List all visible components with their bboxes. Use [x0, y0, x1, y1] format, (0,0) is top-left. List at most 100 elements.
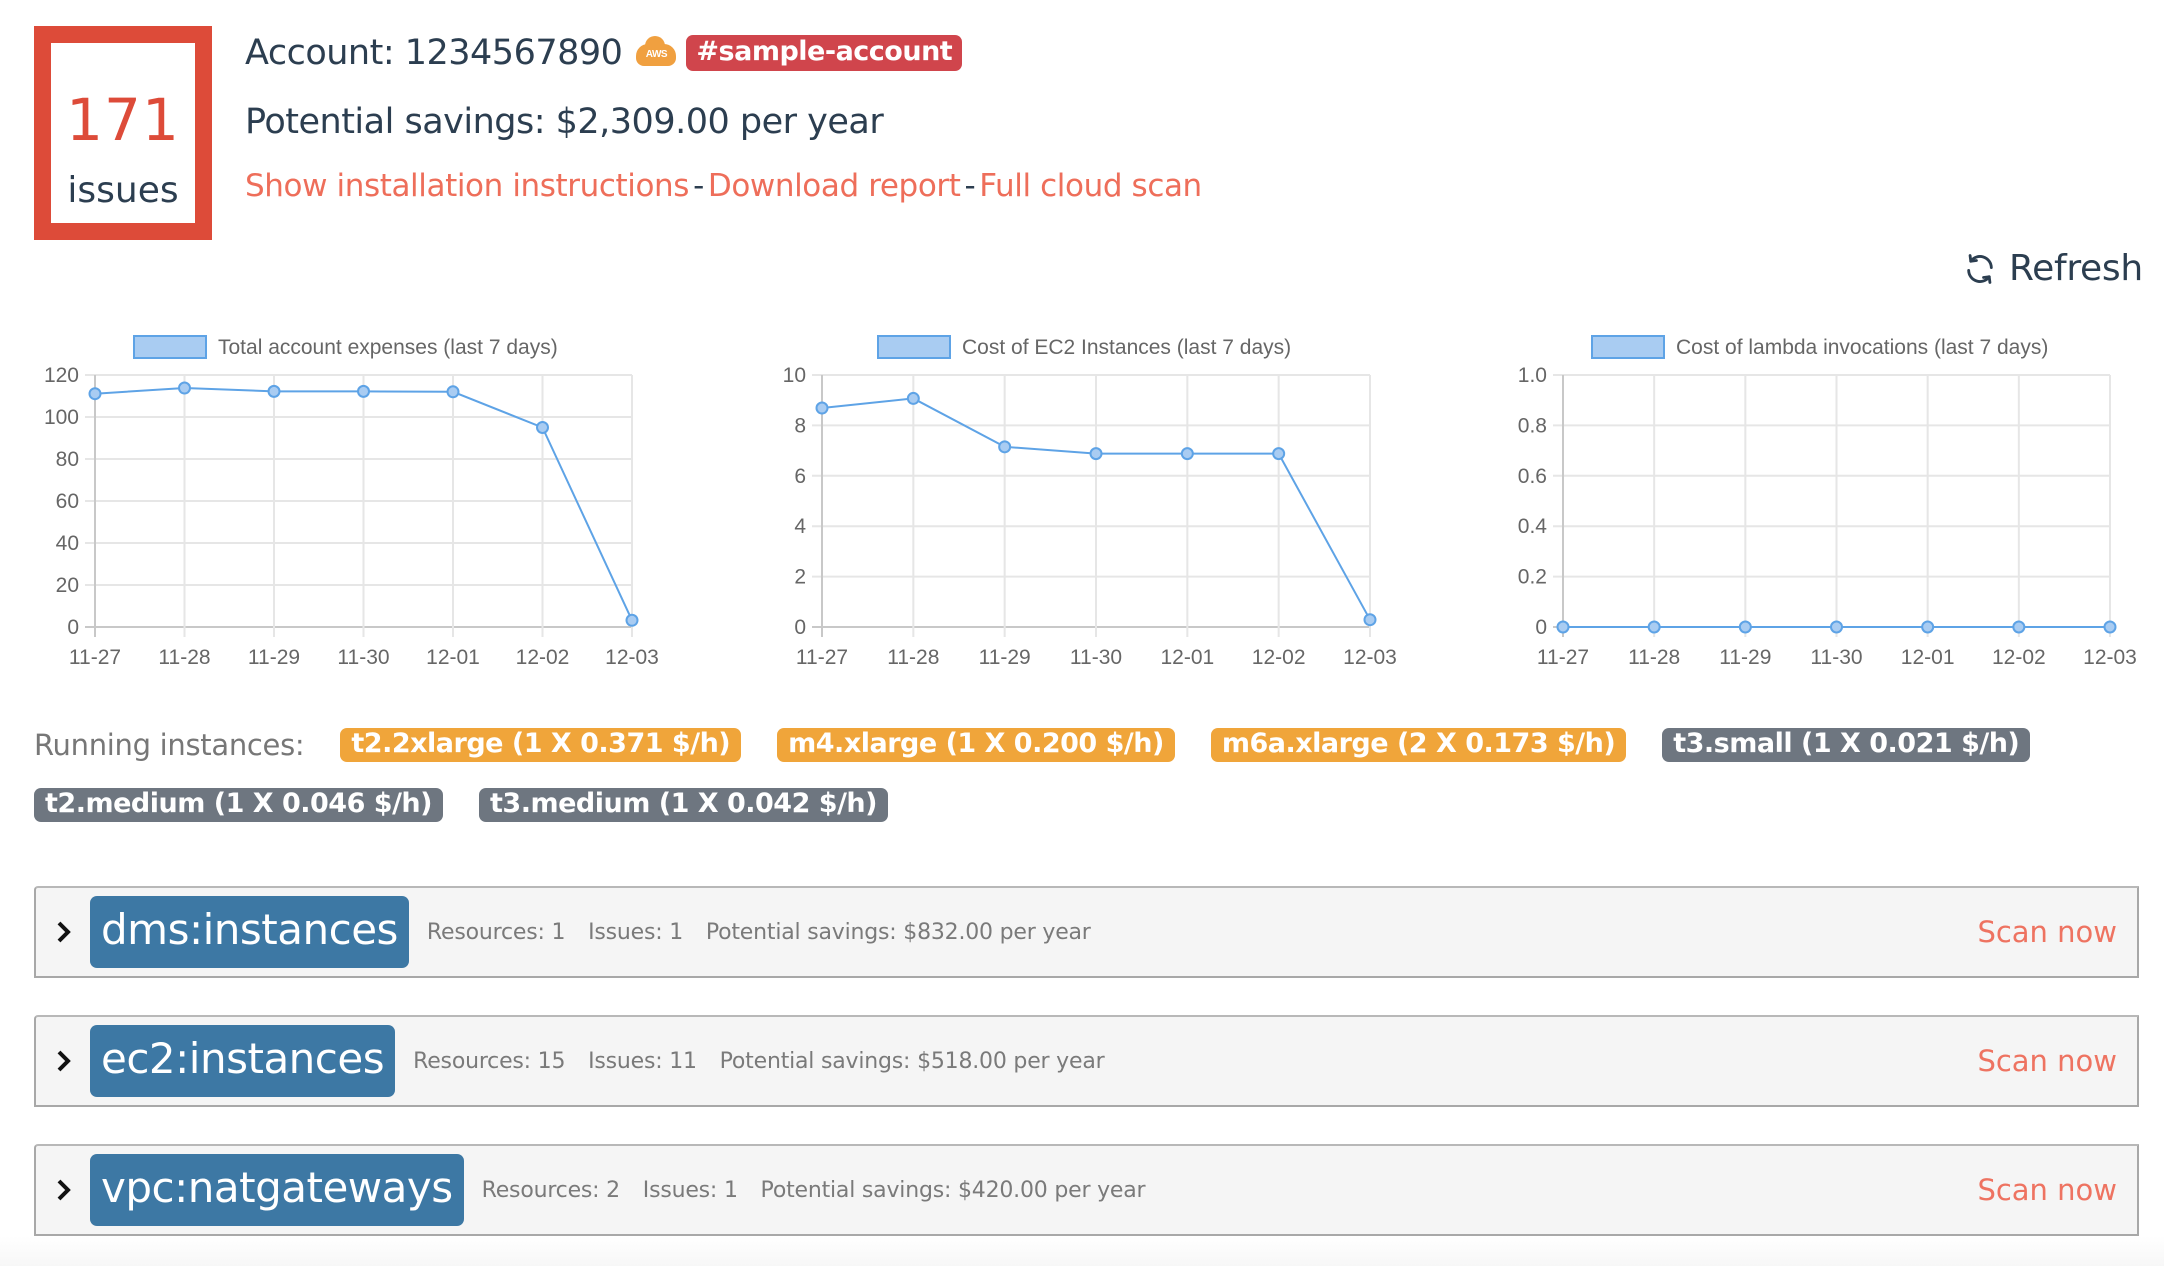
legend-label: Cost of lambda invocations (last 7 days) [1676, 336, 2048, 359]
x-tick-label: 11-29 [248, 646, 300, 669]
data-point[interactable] [2103, 620, 2117, 634]
x-tick-label: 11-30 [1810, 646, 1862, 669]
x-tick-label: 12-01 [1160, 646, 1214, 669]
x-tick-label: 12-02 [1252, 646, 1306, 669]
y-tick-label: 40 [56, 532, 79, 555]
y-tick-label: 8 [794, 414, 806, 437]
total-expenses-chart: Total account expenses (last 7 days) 0 20 4… [30, 325, 670, 685]
issues-label: issues [67, 170, 179, 211]
scan-now-button[interactable]: Scan now [1977, 915, 2117, 949]
chart-legend[interactable]: Cost of EC2 Instances (last 7 days) [877, 335, 1291, 359]
x-tick-label: 11-28 [1628, 646, 1680, 669]
data-point[interactable] [446, 385, 460, 399]
chevron-right-icon [57, 921, 71, 943]
issues-count: Issues: 1 [642, 1177, 738, 1203]
data-point[interactable] [1556, 620, 1570, 634]
data-point[interactable] [178, 381, 191, 395]
running-instances: Running instances: t2.2xlarge (1 X 0.371… [34, 728, 2134, 822]
data-point[interactable] [625, 613, 639, 627]
x-tick-label: 11-30 [337, 646, 389, 669]
resources-count: Resources: 1 [426, 919, 566, 945]
data-point[interactable] [1089, 447, 1103, 461]
legend-swatch [877, 335, 951, 359]
x-tick-label: 12-02 [516, 646, 570, 669]
header-links: Show installation instructions - Download … [245, 166, 1202, 206]
resources-count: Resources: 2 [481, 1177, 621, 1203]
chart-legend[interactable]: Cost of lambda invocations (last 7 days) [1591, 335, 2048, 359]
x-tick-label: 11-27 [1537, 646, 1589, 669]
data-point[interactable] [1272, 447, 1286, 461]
chart-svg: Cost of lambda invocations (last 7 days)… [1518, 335, 2137, 669]
instance-badge: t2.medium (1 X 0.046 $/h) [34, 788, 443, 822]
data-point[interactable] [1647, 620, 1661, 634]
data-point[interactable] [815, 401, 829, 415]
account-id: Account: 1234567890 [245, 33, 623, 73]
refresh-label: Refresh [2009, 248, 2143, 289]
data-point[interactable] [2012, 620, 2026, 634]
service-meta: Resources: 1 Issues: 1 Potential savings… [427, 920, 1107, 945]
y-tick-label: 1.0 [1518, 364, 1547, 387]
service-meta: Resources: 15 Issues: 11 Potential savin… [413, 1049, 1120, 1074]
y-tick-label: 80 [56, 448, 79, 471]
show-installation-instructions-link[interactable]: Show installation instructions [245, 168, 689, 204]
x-tick-label: 11-27 [69, 646, 121, 669]
y-tick-label: 60 [56, 490, 79, 513]
x-tick-label: 12-03 [605, 646, 659, 669]
data-point[interactable] [1830, 620, 1843, 634]
service-name: ec2:instances [90, 1025, 396, 1097]
data-point[interactable] [906, 391, 920, 405]
aws-cloud-icon: AWS [636, 36, 677, 66]
data-point[interactable] [357, 384, 370, 398]
refresh-button[interactable]: Refresh [1963, 248, 2143, 289]
y-tick-label: 2 [794, 566, 806, 589]
y-tick-label: 0 [67, 616, 79, 639]
data-point[interactable] [1363, 613, 1377, 627]
issues-count: Issues: 1 [588, 919, 684, 945]
issues-summary-box: 171 issues [34, 26, 212, 240]
service-name: vpc:natgateways [90, 1154, 464, 1226]
link-separator: - [964, 168, 976, 204]
x-tick-label: 12-01 [1901, 646, 1955, 669]
full-cloud-scan-link[interactable]: Full cloud scan [979, 168, 1202, 204]
data-point[interactable] [88, 387, 102, 401]
data-point[interactable] [1921, 620, 1935, 634]
resources-count: Resources: 15 [413, 1048, 566, 1074]
service-panel-vpc-natgateways[interactable]: vpc:natgateways Resources: 2 Issues: 1 P… [34, 1144, 2139, 1236]
chevron-right-icon [57, 1050, 71, 1072]
account-line: Account: 1234567890 AWS #sample-account [245, 28, 1202, 78]
data-point[interactable] [536, 421, 549, 434]
y-tick-label: 0.4 [1518, 515, 1548, 538]
lambda-cost-chart: Cost of lambda invocations (last 7 days)… [1500, 325, 2140, 685]
instance-badge: t3.small (1 X 0.021 $/h) [1662, 728, 2031, 762]
service-name: dms:instances [90, 896, 409, 968]
scan-now-button[interactable]: Scan now [1977, 1044, 2117, 1078]
x-tick-label: 11-28 [158, 646, 210, 669]
expand-toggle[interactable] [38, 1048, 90, 1074]
service-panel-dms-instances[interactable]: dms:instances Resources: 1 Issues: 1 Pot… [34, 886, 2139, 978]
data-point[interactable] [998, 440, 1012, 454]
issues-count: Issues: 11 [588, 1048, 697, 1074]
expand-toggle[interactable] [38, 919, 90, 945]
x-tick-label: 12-03 [1343, 646, 1397, 669]
service-savings: Potential savings: $420.00 per year [760, 1177, 1146, 1203]
y-tick-label: 6 [794, 465, 806, 488]
chart-legend[interactable]: Total account expenses (last 7 days) [133, 335, 558, 359]
y-tick-label: 10 [783, 364, 806, 387]
data-point[interactable] [1738, 620, 1752, 634]
y-tick-label: 4 [794, 515, 806, 538]
chart-svg: Cost of EC2 Instances (last 7 days) 0 2 4 6 8… [783, 335, 1397, 669]
instance-badge: t3.medium (1 X 0.042 $/h) [479, 788, 888, 822]
download-report-link[interactable]: Download report [708, 168, 961, 204]
instance-badge: t2.2xlarge (1 X 0.371 $/h) [340, 728, 742, 762]
expand-toggle[interactable] [38, 1177, 90, 1203]
x-tick-label: 12-02 [1992, 646, 2046, 669]
legend-swatch [1591, 335, 1665, 359]
service-savings: Potential savings: $518.00 per year [719, 1048, 1105, 1074]
scan-now-button[interactable]: Scan now [1977, 1173, 2117, 1207]
service-panel-ec2-instances[interactable]: ec2:instances Resources: 15 Issues: 11 P… [34, 1015, 2139, 1107]
y-tick-label: 20 [56, 574, 79, 597]
y-tick-label: 100 [44, 406, 79, 429]
data-point[interactable] [1180, 447, 1194, 461]
data-point[interactable] [267, 384, 281, 398]
x-tick-label: 11-29 [979, 646, 1031, 669]
